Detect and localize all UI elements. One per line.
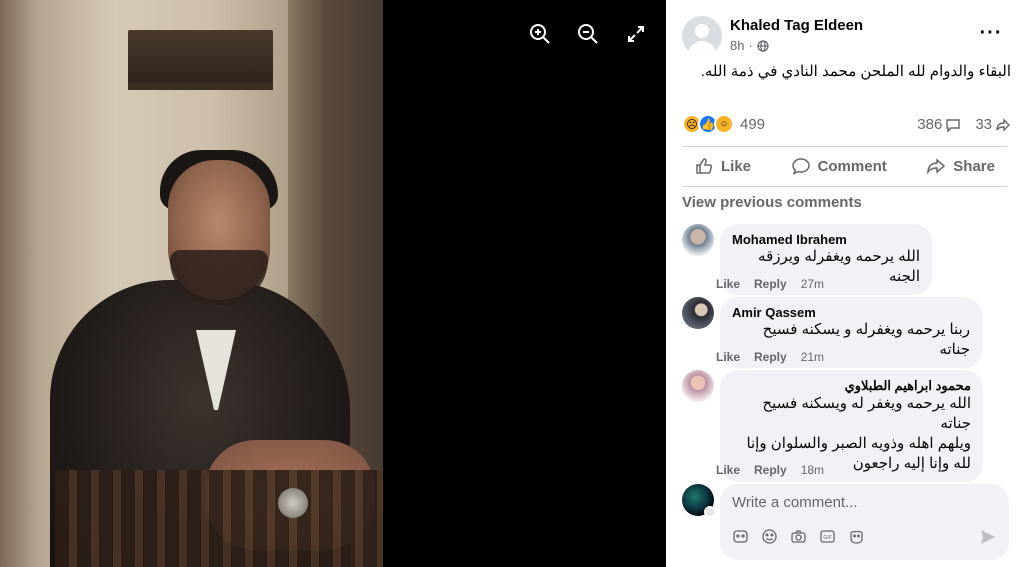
post-details-panel: Khaled Tag Eldeen 8h · ··· البقاء والدوا…	[666, 0, 1023, 567]
comment-actions: Like Reply 21m	[716, 350, 824, 364]
avatar-sticker-icon[interactable]	[848, 528, 865, 545]
comment-reply-link[interactable]: Reply	[754, 350, 787, 364]
view-previous-comments-link[interactable]: View previous comments	[682, 194, 862, 211]
fullscreen-icon[interactable]	[624, 22, 648, 46]
author-avatar[interactable]	[682, 16, 722, 56]
reaction-count: 499	[740, 115, 766, 133]
comment-count[interactable]: 386	[917, 116, 961, 133]
sticker-icon[interactable]	[732, 528, 749, 545]
comment-like-link[interactable]: Like	[716, 277, 740, 291]
svg-text:GIF: GIF	[823, 535, 831, 541]
camera-icon[interactable]	[790, 528, 807, 545]
thumbs-up-icon	[696, 158, 713, 174]
comment-reply-link[interactable]: Reply	[754, 463, 787, 477]
reaction-summary[interactable]: ☹ 👍 ○ 499	[682, 114, 765, 134]
like-button[interactable]: Like	[694, 156, 751, 176]
comment-composer: GIF	[720, 484, 1009, 560]
divider	[682, 186, 1007, 187]
comment-button[interactable]: Comment	[791, 156, 887, 176]
comment-actions: Like Reply 18m	[716, 463, 824, 477]
comment-count-icon	[946, 118, 961, 133]
comment-input[interactable]	[732, 492, 992, 512]
comment-text-line: الله يرحمه ويغفر له ويسكنه فسيح جناته	[762, 395, 971, 432]
share-button[interactable]: Share	[926, 156, 995, 176]
comment-like-link[interactable]: Like	[716, 463, 740, 477]
post-photo[interactable]	[0, 0, 383, 567]
comment-icon	[791, 158, 810, 175]
comment-actions: Like Reply 27m	[716, 277, 824, 291]
commenter-name[interactable]: Mohamed Ibrahem	[732, 232, 920, 247]
comment-text-line: ويلهم اهله وذويه الصبر والسلوان وإنا	[746, 435, 971, 452]
post-time[interactable]: 8h	[730, 38, 744, 53]
chevron-down-icon[interactable]	[704, 506, 716, 518]
gif-icon[interactable]: GIF	[819, 528, 836, 545]
author-name[interactable]: Khaled Tag Eldeen	[730, 17, 863, 34]
share-count[interactable]: 33	[975, 116, 1011, 133]
photo-post-modal: Khaled Tag Eldeen 8h · ··· البقاء والدوا…	[0, 0, 1023, 567]
comment-like-link[interactable]: Like	[716, 350, 740, 364]
comment-time[interactable]: 27m	[801, 277, 824, 291]
globe-icon	[757, 39, 769, 52]
zoom-in-icon[interactable]	[528, 22, 552, 46]
send-icon[interactable]	[979, 528, 997, 546]
commenter-name[interactable]: Amir Qassem	[732, 305, 970, 320]
comment-time[interactable]: 21m	[801, 350, 824, 364]
zoom-out-icon[interactable]	[576, 22, 600, 46]
commenter-name[interactable]: محمود ابراهيم الطبلاوي	[732, 378, 971, 394]
post-actions: Like Comment Share	[682, 148, 1007, 184]
post-meta: 8h ·	[730, 38, 769, 53]
commenter-avatar[interactable]	[682, 370, 714, 402]
commenter-avatar[interactable]	[682, 224, 714, 256]
comment-reply-link[interactable]: Reply	[754, 277, 787, 291]
current-user-avatar[interactable]	[682, 484, 716, 518]
more-options-button[interactable]: ···	[979, 21, 1003, 45]
share-count-icon	[996, 117, 1010, 132]
comment-time[interactable]: 18m	[801, 463, 824, 477]
divider	[682, 146, 1007, 147]
post-text: البقاء والدوام لله الملحن محمد النادي في…	[700, 63, 1011, 80]
commenter-avatar[interactable]	[682, 297, 714, 329]
share-icon	[927, 158, 946, 175]
wow-reaction-icon: ○	[714, 114, 734, 134]
photo-viewer	[0, 0, 666, 567]
emoji-icon[interactable]	[761, 528, 778, 545]
